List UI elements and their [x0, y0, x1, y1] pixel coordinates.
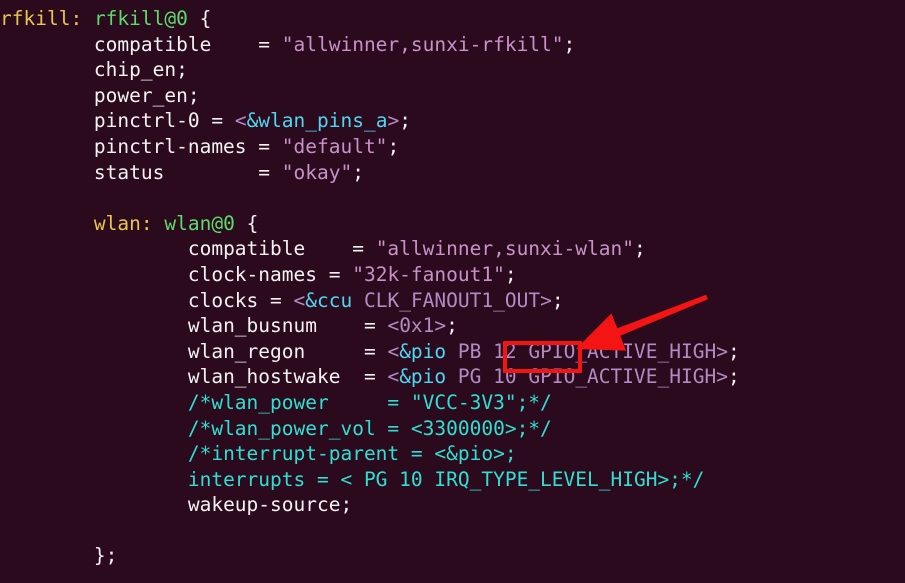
code-token-punct: [446, 340, 458, 363]
code-token-punct: [352, 289, 364, 312]
code-token-prop: wlan_regon =: [187, 339, 388, 363]
code-line: compatible = "allwinner,sunxi-rfkill";: [0, 32, 905, 58]
code-token-punct: ;: [399, 109, 411, 133]
code-token-prop: power_en;: [93, 83, 200, 107]
code-token-num: 0x1: [399, 314, 435, 338]
code-line: interrupts = < PG 10 IRQ_TYPE_LEVEL_HIGH…: [0, 467, 905, 493]
code-listing: rfkill: rfkill@0 { compatible = "allwinn…: [0, 0, 905, 569]
code-token-ref: &ccu: [305, 288, 353, 312]
code-token-angle: >: [716, 339, 728, 363]
code-line: };: [0, 543, 905, 569]
code-token-prop: wakeup-source;: [187, 493, 353, 517]
code-token-punct: };: [93, 544, 118, 568]
code-token-angle: >: [387, 109, 400, 133]
code-token-prop: clocks =: [187, 288, 294, 312]
code-token-angle: <: [387, 365, 400, 389]
code-token-punct: ;: [504, 262, 517, 286]
code-line: pinctrl-names = "default";: [0, 134, 905, 160]
code-line: wakeup-source;: [0, 492, 905, 518]
code-token-punct: ;: [633, 237, 646, 261]
code-line: rfkill: rfkill@0 {: [0, 6, 905, 32]
code-token-string: "allwinner,sunxi-wlan": [375, 237, 634, 261]
code-token-prop: pinctrl-names =: [93, 134, 282, 158]
code-token-prop: compatible =: [93, 32, 282, 56]
highlight-box-pb12: [503, 341, 582, 373]
code-token-angle: <: [387, 339, 400, 363]
code-token-punct: ;: [563, 32, 576, 56]
code-line: status = "okay";: [0, 160, 905, 186]
code-line: compatible = "allwinner,sunxi-wlan";: [0, 236, 905, 262]
code-token-punct: ;: [446, 314, 458, 338]
code-token-angle: <: [387, 314, 400, 338]
code-token-macro: CLK_FANOUT1_OUT: [363, 288, 541, 312]
code-token-punct: [446, 365, 458, 388]
code-token-punct: ;: [387, 134, 400, 158]
code-token-punct: {: [187, 7, 212, 30]
code-token-label: rfkill:: [0, 7, 83, 30]
code-line: chip_en;: [0, 57, 905, 83]
code-token-ref: &wlan_pins_a: [246, 109, 388, 133]
code-token-angle: >: [434, 314, 447, 338]
code-line: wlan_busnum = <0x1>;: [0, 313, 905, 339]
code-token-punct: [153, 212, 165, 235]
code-line: power_en;: [0, 83, 905, 109]
code-token-punct: ;: [551, 288, 564, 312]
code-line: pinctrl-0 = <&wlan_pins_a>;: [0, 108, 905, 134]
code-token-comment: /*wlan_power_vol = <3300000>;*/: [187, 416, 552, 440]
code-token-comment: /*interrupt-parent = <&pio>;: [187, 442, 517, 466]
code-token-comment: interrupts = < PG 10 IRQ_TYPE_LEVEL_HIGH…: [187, 467, 705, 491]
code-line: clocks = <&ccu CLK_FANOUT1_OUT>;: [0, 288, 905, 314]
code-token-string: "allwinner,sunxi-rfkill": [281, 32, 564, 56]
code-token-string: "okay": [281, 160, 353, 184]
code-token-prop: pinctrl-0 =: [93, 109, 235, 133]
code-token-prop: wlan_hostwake =: [187, 365, 388, 389]
code-token-prop: status =: [93, 160, 282, 184]
code-line: /*wlan_power_vol = <3300000>;*/: [0, 416, 905, 442]
terminal-screen: rfkill: rfkill@0 { compatible = "allwinn…: [0, 0, 905, 583]
code-token-angle: >: [540, 288, 552, 312]
code-token-prop: compatible =: [187, 237, 376, 261]
code-token-node: wlan@0: [164, 211, 235, 235]
code-line: clock-names = "32k-fanout1";: [0, 262, 905, 288]
code-token-punct: [82, 7, 94, 30]
code-token-ref: &pio: [399, 339, 447, 363]
code-token-angle: >: [716, 365, 728, 389]
code-line: /*wlan_power = "VCC-3V3";*/: [0, 390, 905, 416]
code-line: wlan_hostwake = <&pio PG 10 GPIO_ACTIVE_…: [0, 364, 905, 390]
code-token-prop: wlan_busnum =: [187, 314, 388, 338]
code-token-node: rfkill@0: [93, 7, 188, 30]
code-token-ref: &pio: [399, 365, 447, 389]
code-token-string: "32k-fanout1": [352, 262, 505, 286]
code-token-punct: ;: [727, 339, 740, 363]
code-line: wlan_regon = <&pio PB 12 GPIO_ACTIVE_HIG…: [0, 339, 905, 365]
code-token-prop: clock-names =: [187, 262, 353, 286]
code-token-prop: chip_en;: [93, 58, 188, 82]
code-token-punct: ;: [352, 160, 364, 184]
code-token-angle: <: [293, 288, 306, 312]
code-token-punct: ;: [727, 365, 740, 389]
code-line: wlan: wlan@0 {: [0, 211, 905, 237]
code-token-angle: <: [234, 109, 247, 133]
code-token-comment: /*wlan_power = "VCC-3V3";*/: [187, 390, 552, 414]
code-token-punct: {: [234, 211, 259, 235]
code-token-label: wlan:: [93, 211, 153, 235]
code-line: /*interrupt-parent = <&pio>;: [0, 441, 905, 467]
code-token-string: "default": [281, 134, 388, 158]
